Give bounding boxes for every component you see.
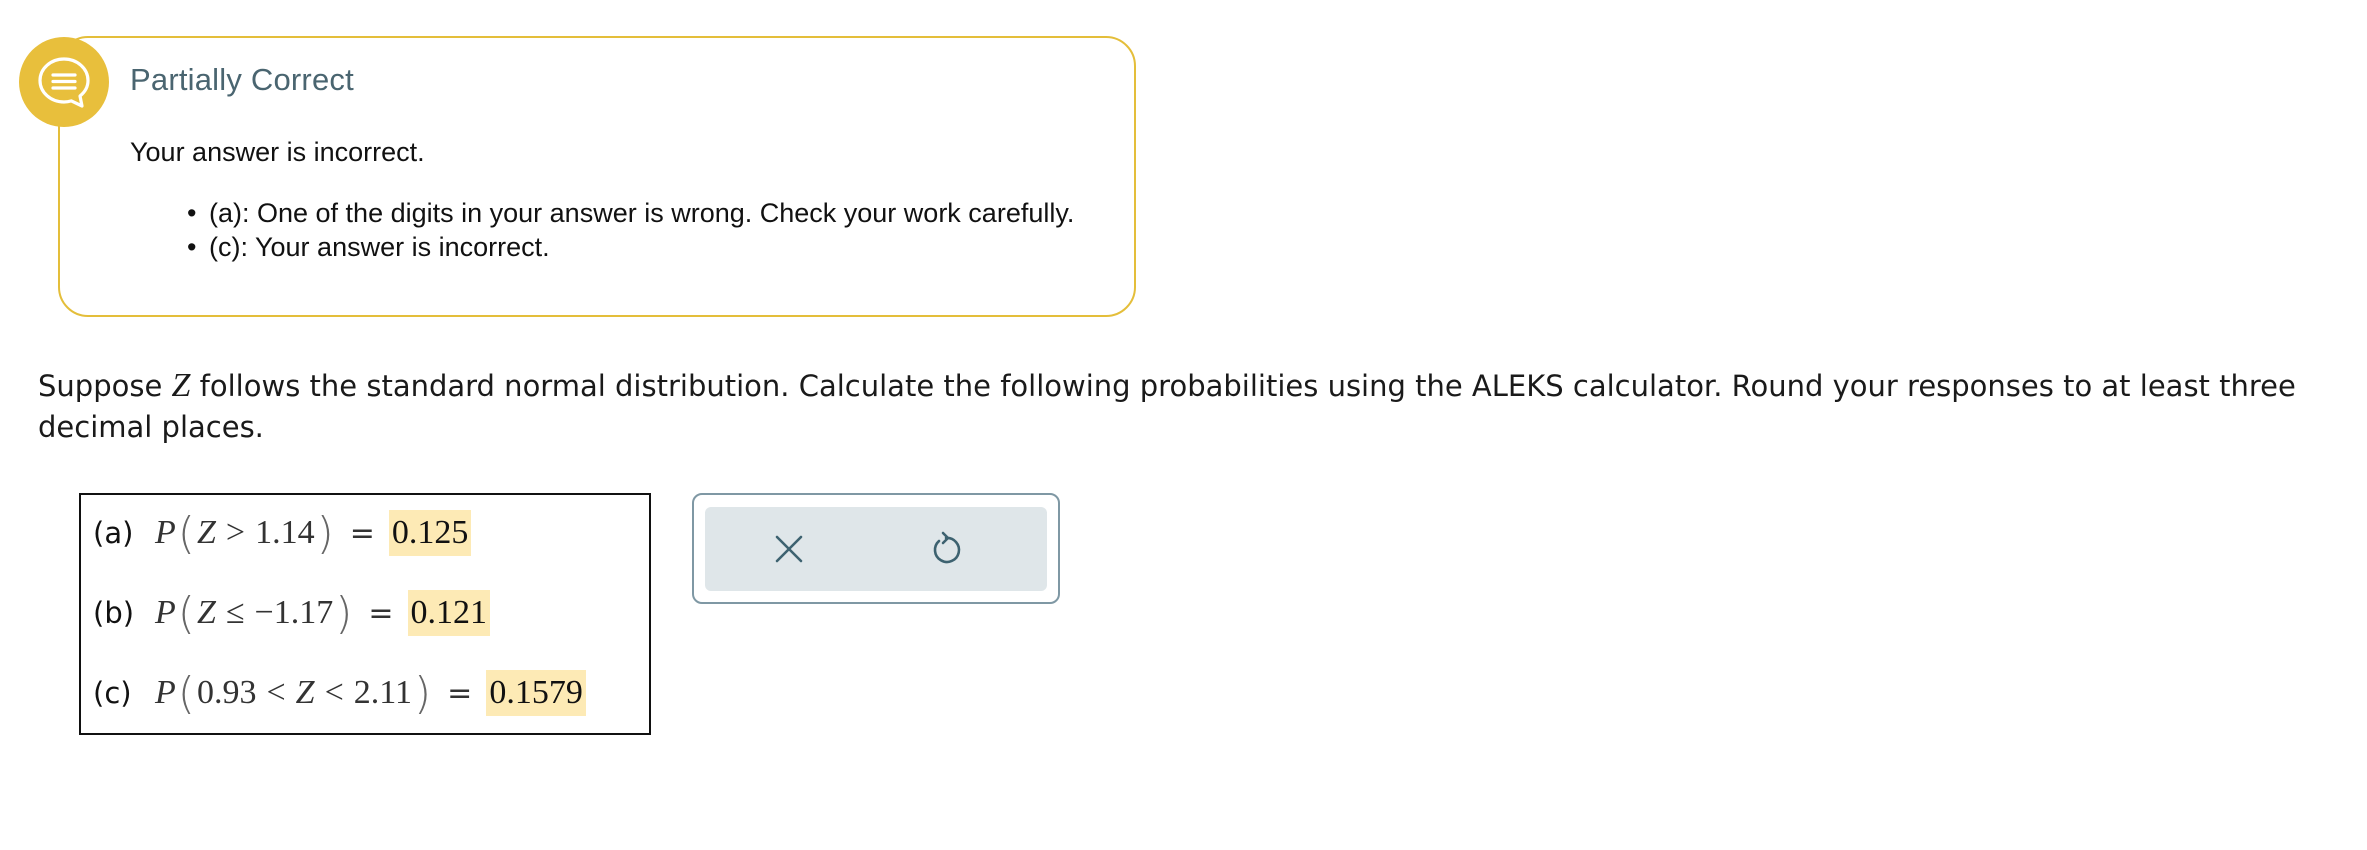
part-label: (a)	[93, 516, 134, 550]
prob-func: P	[155, 594, 176, 631]
bullet-icon: •	[187, 232, 197, 262]
answer-input-b[interactable]: 0.121	[407, 590, 491, 636]
relation: ≤	[225, 594, 245, 631]
feedback-summary: Your answer is incorrect.	[130, 137, 425, 167]
expr-middle: Z	[295, 674, 315, 711]
expr-right: −1.17	[254, 594, 334, 631]
problem-text-before: Suppose	[38, 369, 172, 403]
open-paren: (	[177, 667, 195, 719]
open-paren: (	[177, 587, 195, 639]
close-paren: )	[414, 667, 432, 719]
expr-right: 2.11	[353, 674, 412, 711]
close-paren: )	[316, 507, 334, 559]
answer-row-b: (b) P ( Z ≤ −1.17 ) = 0.121	[93, 587, 491, 639]
relation-1: <	[266, 674, 286, 711]
expr-right: 1.14	[255, 514, 315, 551]
part-label: (b)	[93, 596, 135, 630]
feedback-list: • (a): One of the digits in your answer i…	[187, 196, 1074, 264]
equals-sign: =	[349, 515, 375, 551]
feedback-title: Partially Correct	[130, 62, 354, 97]
close-paren: )	[335, 587, 353, 639]
answer-row-a: (a) P ( Z > 1.14 ) = 0.125	[93, 507, 472, 559]
probability-expression: P ( Z > 1.14 ) = 0.125	[155, 507, 472, 559]
answer-input-a[interactable]: 0.125	[388, 510, 472, 556]
open-paren: (	[177, 507, 195, 559]
feedback-item: • (a): One of the digits in your answer i…	[187, 196, 1074, 230]
problem-variable: Z	[171, 367, 191, 404]
tool-panel	[692, 493, 1060, 604]
probability-expression: P ( 0.93 < Z < 2.11 ) = 0.1579	[155, 668, 586, 719]
answer-input-c[interactable]: 0.1579	[486, 670, 586, 716]
equals-sign: =	[368, 595, 394, 631]
part-label: (c)	[93, 676, 132, 710]
clear-button[interactable]	[769, 529, 809, 569]
probability-expression: P ( Z ≤ −1.17 ) = 0.121	[155, 587, 491, 639]
problem-statement: Suppose Z follows the standard normal di…	[38, 365, 2328, 448]
expr-left: 0.93	[196, 674, 257, 711]
feedback-item: • (c): Your answer is incorrect.	[187, 230, 1074, 264]
feedback-item-text: (a): One of the digits in your answer is…	[209, 198, 1075, 228]
problem-text-after: follows the standard normal distribution…	[38, 369, 2296, 444]
feedback-item-text: (c): Your answer is incorrect.	[209, 232, 550, 262]
bullet-icon: •	[187, 198, 197, 228]
expr-left: Z	[196, 594, 216, 631]
equals-sign: =	[447, 675, 473, 711]
relation-2: <	[324, 674, 344, 711]
prob-func: P	[155, 674, 176, 711]
prob-func: P	[155, 514, 176, 551]
close-icon	[775, 535, 803, 563]
undo-button[interactable]	[926, 529, 966, 569]
undo-icon	[933, 531, 961, 564]
tool-panel-inner	[705, 507, 1047, 591]
relation: >	[225, 514, 246, 551]
chat-bubble-icon	[19, 37, 109, 127]
answer-row-c: (c) P ( 0.93 < Z < 2.11 ) = 0.1579	[93, 667, 586, 719]
expr-left: Z	[196, 514, 216, 551]
